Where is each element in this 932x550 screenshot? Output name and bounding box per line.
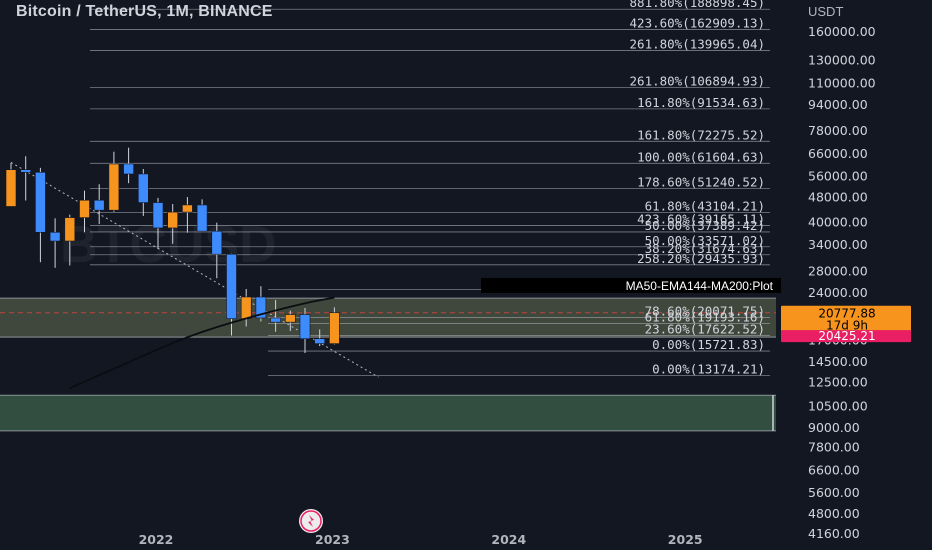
price-tick-22: 4160.00: [808, 526, 860, 541]
candle-body-2022-01: [152, 202, 164, 229]
time-tick-2022: 2022: [139, 532, 174, 547]
price-tick-16: 10500.00: [808, 399, 868, 414]
fib-label-6: 100.00%(61604.63): [637, 149, 765, 164]
fib-label-2: 261.80%(139965.04): [630, 36, 765, 51]
candle-body-2021-03: [5, 169, 17, 207]
price-tick-8: 40000.00: [808, 215, 868, 230]
candle-body-2021-04: [20, 169, 32, 173]
fib-label-13: 258.20%(29435.93): [637, 251, 765, 266]
fib-label-18: 0.00%(15721.83): [652, 337, 765, 352]
fib-label-5: 161.80%(72275.52): [637, 127, 765, 142]
fib-label-19: 0.00%(13174.21): [652, 361, 765, 376]
price-tick-14: 14500.00: [808, 354, 868, 369]
candle-body-2022-09: [270, 317, 281, 323]
chart[interactable]: BTCUSD 881.80%(188898.45)423.60%(162909.…: [0, 0, 932, 550]
fib-label-10: 50.00%(37389.42): [645, 218, 765, 233]
indicator-label-group: MA50-EMA144-MA200:Plot: [481, 278, 781, 293]
price-tick-15: 12500.00: [808, 375, 868, 390]
candle-body-2023-01: [329, 312, 340, 344]
time-tick-2023: 2023: [315, 532, 350, 547]
price-axis[interactable]: 160000.00 130000.00 110000.00 94000.00 78000…: [778, 0, 932, 550]
fib-label-7: 178.60%(51240.52): [637, 175, 765, 190]
candle-body-2022-02: [167, 211, 178, 229]
candle-body-2021-10: [108, 163, 120, 211]
candle-body-2022-05: [211, 230, 223, 255]
bottom-zone: [0, 395, 776, 431]
price-tick-9: 34000.00: [808, 237, 868, 252]
price-tick-1: 130000.00: [808, 53, 876, 68]
chart-title: Bitcoin / TetherUS, 1M, BINANCE: [16, 3, 273, 20]
price-tick-5: 66000.00: [808, 146, 868, 161]
price-tick-21: 4800.00: [808, 506, 860, 521]
fib-label-3: 261.80%(106894.93): [630, 74, 765, 89]
price-tick-4: 78000.00: [808, 123, 868, 138]
price-tick-2: 110000.00: [808, 76, 876, 91]
candle-body-2022-03: [182, 204, 193, 213]
price-tick-11: 24000.00: [808, 285, 868, 300]
candle-body-2021-07: [64, 217, 76, 242]
fib-label-0: 881.80%(188898.45): [630, 0, 765, 10]
price-tick-19: 6600.00: [808, 462, 860, 477]
price-tick-0: 160000.00: [808, 24, 876, 39]
candle-body-2021-11: [123, 163, 134, 175]
candle-body-2022-07: [240, 296, 252, 319]
price-tick-6: 56000.00: [808, 168, 868, 183]
fib-label-1: 423.60%(162909.13): [630, 16, 765, 31]
candle-body-2022-11: [299, 314, 311, 340]
candle-body-2021-09: [93, 199, 105, 211]
candle-body-2022-04: [196, 204, 208, 232]
fib-label-17: 23.60%(17622.52): [645, 321, 765, 336]
price-tick-20: 5600.00: [808, 485, 860, 500]
price-badges: 20777.8817d 9h20425.21: [781, 305, 911, 343]
candle-body-2021-12: [138, 173, 149, 203]
candle-body-2022-06: [226, 253, 237, 319]
fib-label-4: 161.80%(91534.63): [637, 95, 765, 110]
candle-body-2021-06: [49, 231, 61, 242]
price-tick-3: 94000.00: [808, 97, 868, 112]
candle-body-2022-10: [284, 314, 296, 323]
price-tick-7: 48000.00: [808, 190, 868, 205]
price-tick-10: 28000.00: [808, 264, 868, 279]
tradingview-logo-icon[interactable]: [299, 509, 323, 533]
candle-body-2021-08: [79, 199, 90, 218]
secondary-price-badge-value: 20425.21: [818, 329, 875, 343]
currency-label: USDT: [808, 4, 844, 19]
time-tick-2024: 2024: [491, 532, 526, 547]
candle-body-2022-12: [314, 338, 326, 344]
candle-body-2021-05: [35, 171, 46, 233]
time-tick-2025: 2025: [668, 532, 703, 547]
price-tick-18: 7800.00: [808, 439, 860, 454]
price-tick-17: 9000.00: [808, 420, 860, 435]
indicator-label: MA50-EMA144-MA200:Plot: [626, 279, 774, 293]
